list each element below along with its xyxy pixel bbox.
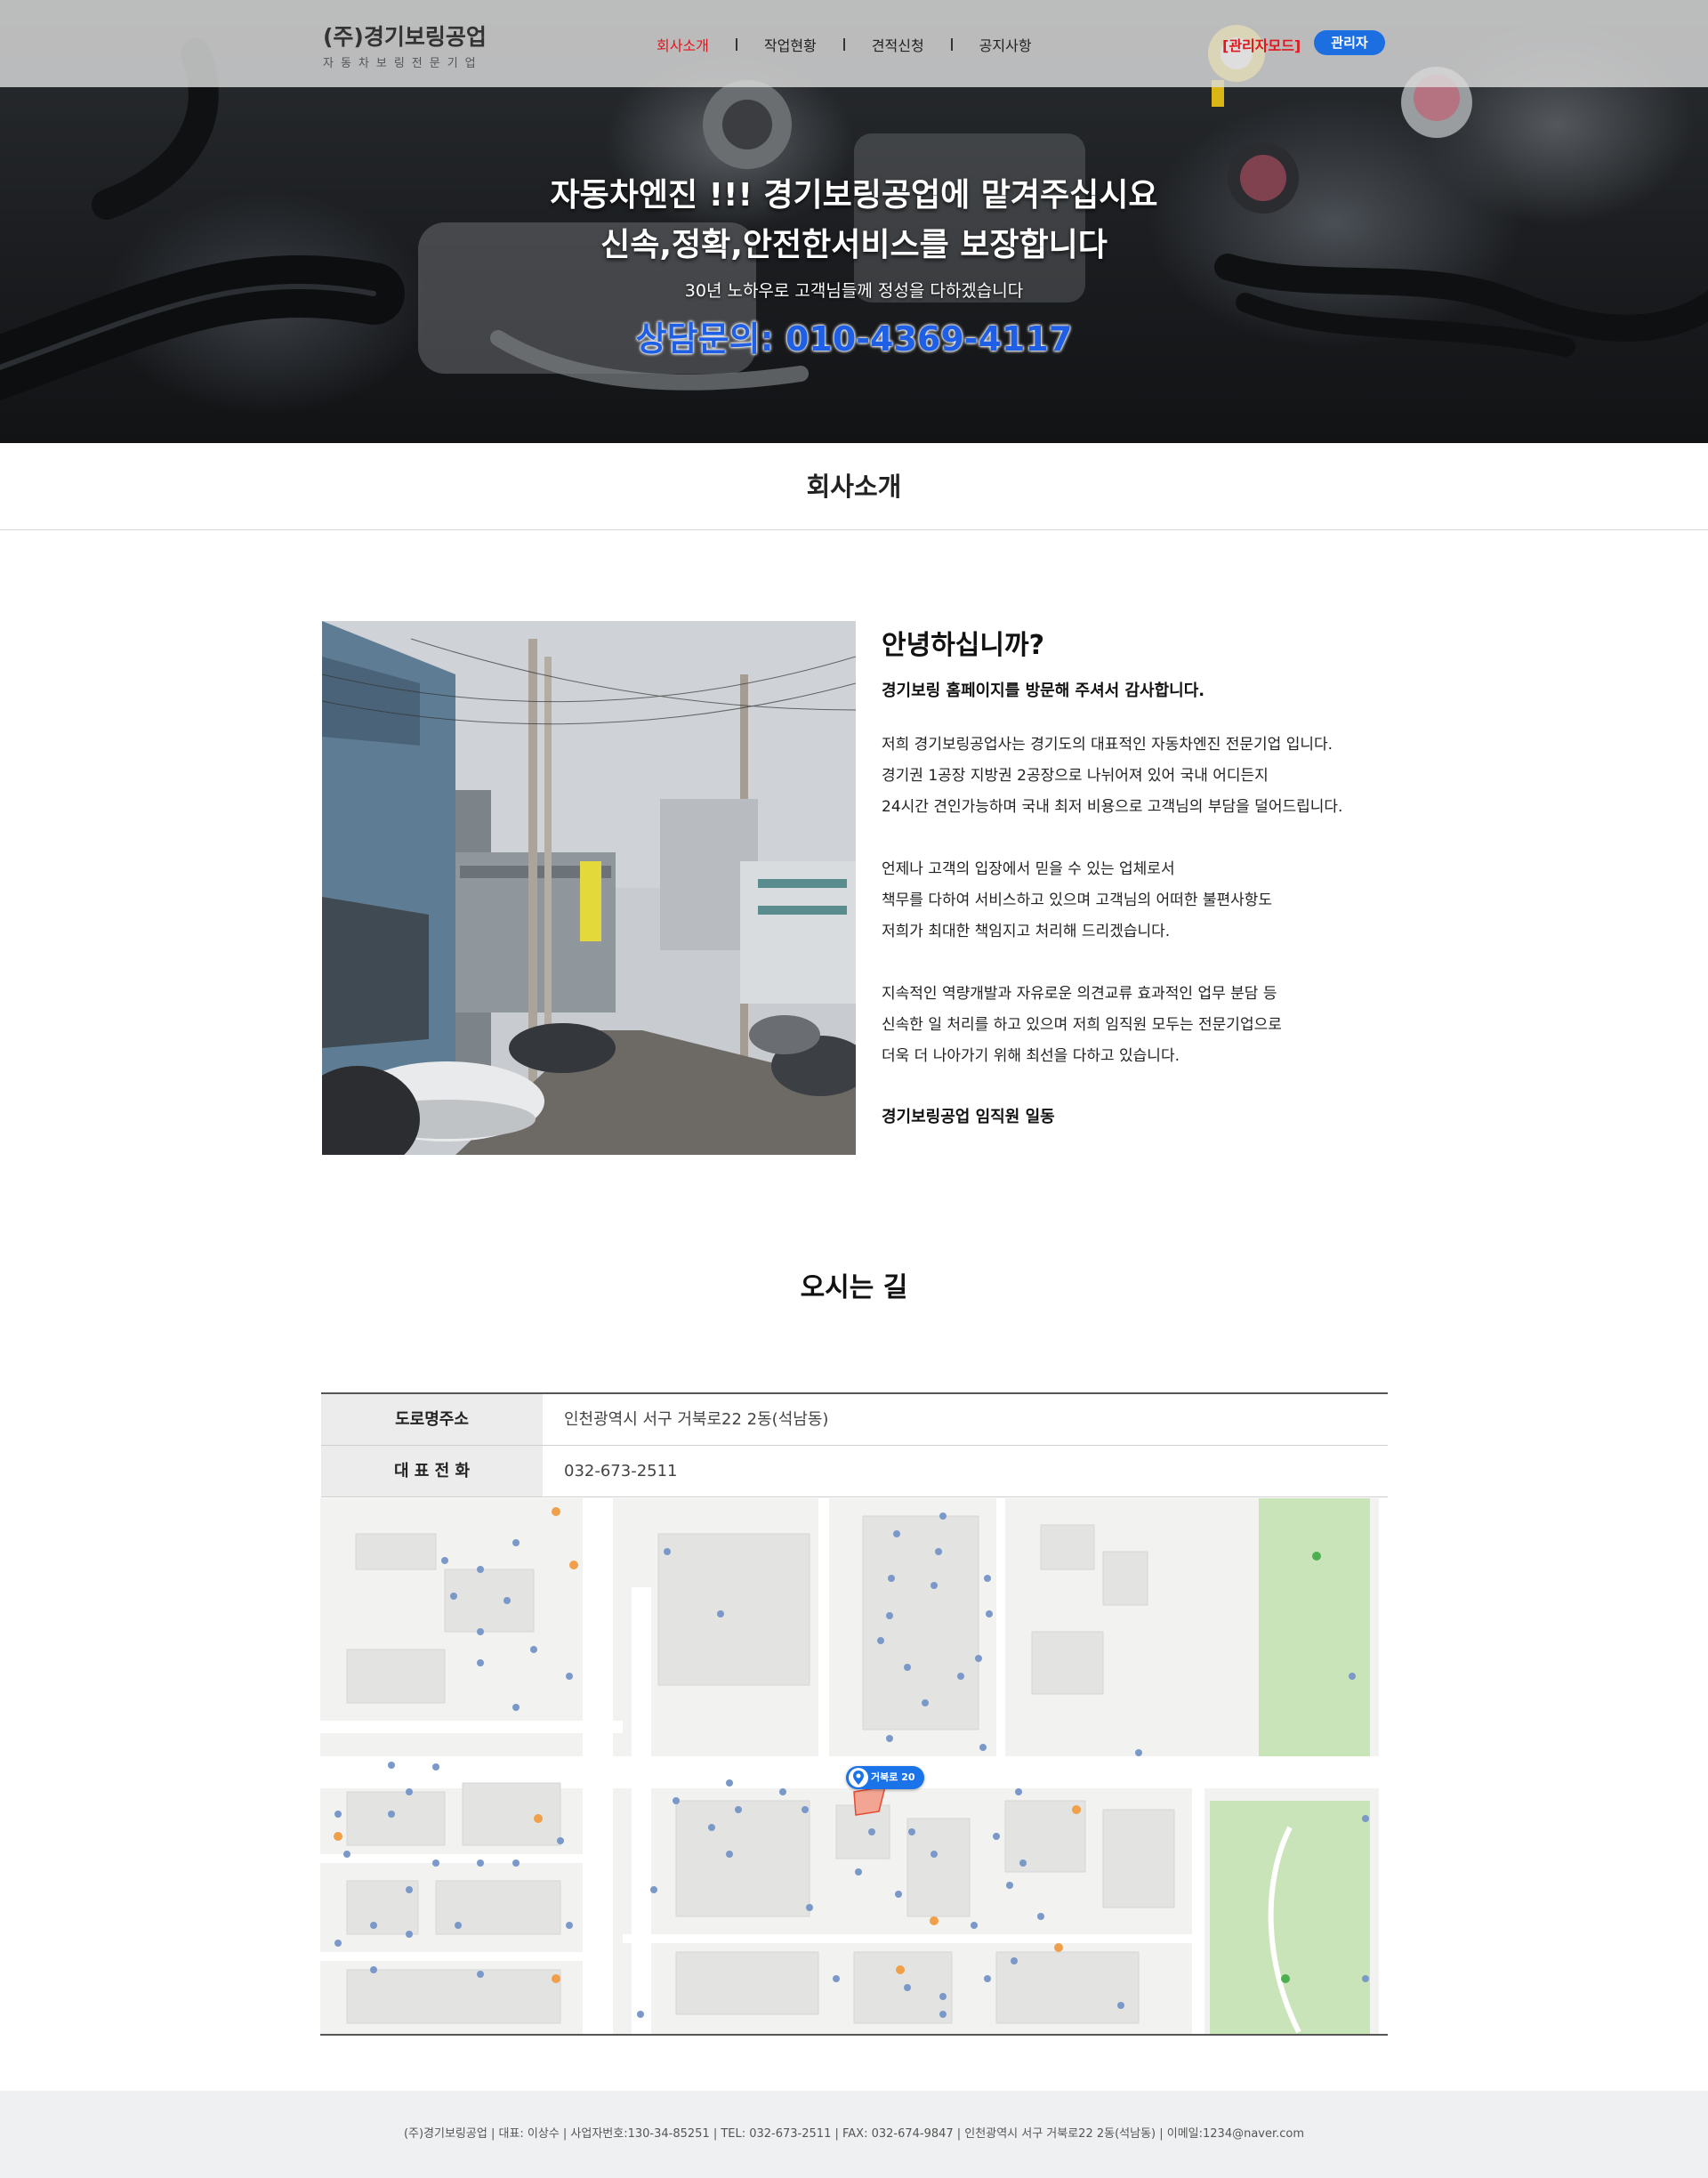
map-location-marker[interactable]: 거북로 20 <box>846 1766 924 1789</box>
hero-tagline: 30년 노하우로 고객님들께 정성을 다하겠습니다 <box>684 281 1024 301</box>
map-marker-label: 거북로 20 <box>871 1771 915 1783</box>
location-map[interactable]: 거북로 20 <box>320 1498 1388 2036</box>
hero-headline: 자동차엔진 !!! 경기보링공업에 맡겨주십시요 <box>550 177 1158 214</box>
greeting-subheading: 경기보링 홈페이지를 방문해 주셔서 감사합니다. <box>882 682 1205 700</box>
top-navigation-bar: (주)경기보링공업 자동차보링전문기업 회사소개 작업현황 견적신청 공지사항 … <box>0 0 1708 87</box>
address-table: 도로명주소 인천광역시 서구 거북로22 2동(석남동) 대 표 전 화 032… <box>321 1392 1388 1497</box>
greeting-paragraph: 지속적인 역량개발과 자유로운 의견교류 효과적인 업무 분담 등 신속한 일 … <box>882 979 1415 1072</box>
greeting-paragraph: 저희 경기보링공업사는 경기도의 대표적인 자동차엔진 전문기업 입니다. 경기… <box>882 730 1415 823</box>
nav-divider <box>842 38 845 51</box>
admin-mode-link[interactable]: [관리자모드] <box>1222 34 1301 55</box>
street-photo-illustration <box>322 621 856 1155</box>
greeting-heading: 안녕하십니까? <box>882 630 1045 661</box>
greeting-line: 24시간 견인가능하며 국내 최저 비용으로 고객님의 부담을 덜어드립니다. <box>882 798 1343 816</box>
greeting-line: 책무를 다하여 서비스하고 있으며 고객님의 어떠한 불편사항도 <box>882 891 1273 909</box>
nav-item-notice[interactable]: 공지사항 <box>979 34 1032 55</box>
address-label: 도로명주소 <box>321 1394 543 1445</box>
table-row: 대 표 전 화 032-673-2511 <box>321 1446 1388 1497</box>
nav-divider <box>735 38 737 51</box>
footer-company-info: (주)경기보링공업 | 대표: 이상수 | 사업자번호:130-34-85251… <box>403 2127 1305 2141</box>
greeting-line: 저희가 최대한 책임지고 처리해 드리겠습니다. <box>882 923 1171 940</box>
greeting-line: 신속한 일 처리를 하고 있으며 저희 임직원 모두는 전문기업으로 <box>882 1016 1282 1034</box>
greeting-line: 지속적인 역량개발과 자유로운 의견교류 효과적인 업무 분담 등 <box>882 985 1277 1003</box>
admin-button[interactable]: 관리자 <box>1314 30 1385 55</box>
nav-item-about[interactable]: 회사소개 <box>657 34 709 55</box>
greeting-line: 저희 경기보링공업사는 경기도의 대표적인 자동차엔진 전문기업 입니다. <box>882 736 1333 754</box>
map-pin-icon <box>849 1768 868 1787</box>
greeting-line: 더욱 더 나아가기 위해 최선을 다하고 있습니다. <box>882 1047 1180 1065</box>
greeting-content: 안녕하십니까? 경기보링 홈페이지를 방문해 주셔서 감사합니다. 저희 경기보… <box>882 623 1415 1127</box>
section-title-about: 회사소개 <box>806 472 902 502</box>
nav-divider <box>950 38 953 51</box>
site-logo[interactable]: (주)경기보링공업 자동차보링전문기업 <box>323 20 487 70</box>
section-title-bar: 회사소개 <box>0 443 1708 530</box>
greeting-signature: 경기보링공업 임직원 일동 <box>882 1108 1055 1126</box>
phone-value: 032-673-2511 <box>564 1462 678 1480</box>
greeting-line: 경기권 1공장 지방권 2공장으로 나뉘어져 있어 국내 어디든지 <box>882 767 1269 785</box>
table-row: 도로명주소 인천광역시 서구 거북로22 2동(석남동) <box>321 1394 1388 1446</box>
nav-item-work-status[interactable]: 작업현황 <box>764 34 817 55</box>
company-street-photo <box>322 621 856 1155</box>
hero-banner: (주)경기보링공업 자동차보링전문기업 회사소개 작업현황 견적신청 공지사항 … <box>0 0 1708 443</box>
site-footer: (주)경기보링공업 | 대표: 이상수 | 사업자번호:130-34-85251… <box>0 2091 1708 2178</box>
phone-label: 대 표 전 화 <box>321 1446 543 1496</box>
greeting-paragraph: 언제나 고객의 입장에서 믿을 수 있는 업체로서 책무를 다하여 서비스하고 … <box>882 854 1415 948</box>
directions-title: 오시는 길 <box>800 1272 908 1303</box>
nav-item-quote-request[interactable]: 견적신청 <box>872 34 924 55</box>
address-value: 인천광역시 서구 거북로22 2동(석남동) <box>564 1410 829 1429</box>
hero-subheadline: 신속,정확,안전한서비스를 보장합니다 <box>600 227 1108 263</box>
greeting-line: 언제나 고객의 입장에서 믿을 수 있는 업체로서 <box>882 860 1175 878</box>
hero-phone-contact[interactable]: 상담문의: 010-4369-4117 <box>0 311 1708 360</box>
logo-title: (주)경기보링공업 <box>323 24 487 50</box>
main-nav: 회사소개 작업현황 견적신청 공지사항 <box>657 34 1032 55</box>
logo-tagline: 자동차보링전문기업 <box>323 57 483 70</box>
